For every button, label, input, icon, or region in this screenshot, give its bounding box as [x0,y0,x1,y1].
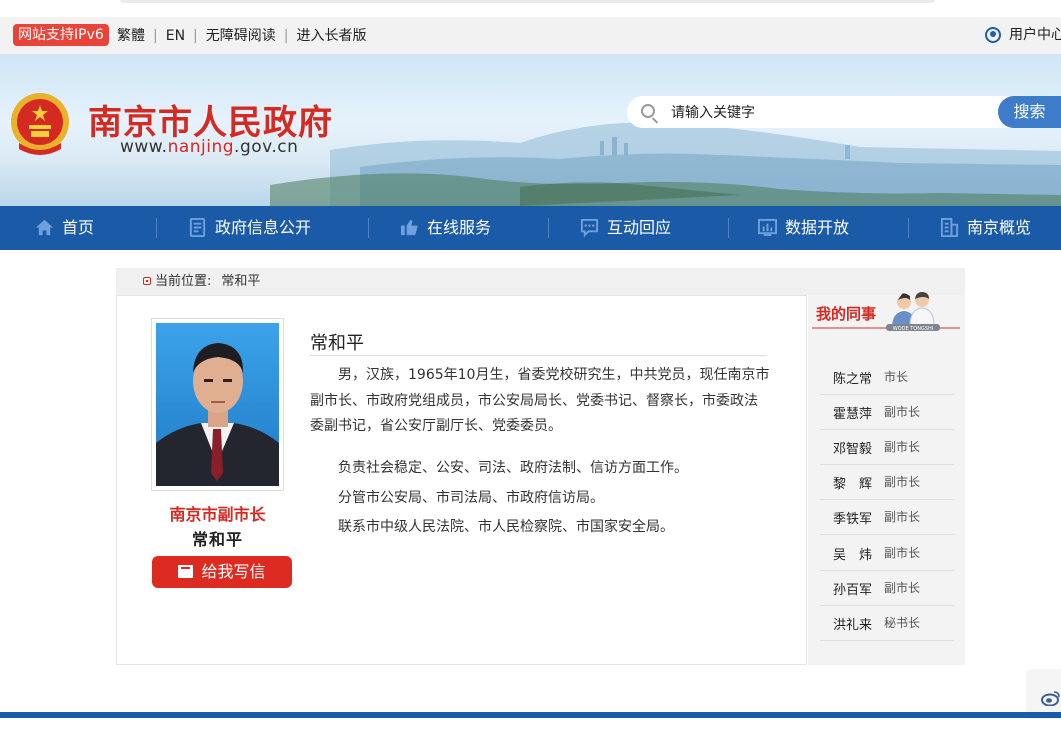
header-banner: 南京市人民政府 www.nanjing.gov.cn 搜索 [0,55,1061,206]
nav-gov-info[interactable]: 政府信息公开 [188,206,311,250]
top-edge-line [120,0,935,3]
colleague-title: 副市长 [884,581,921,595]
duty-line: 分管市公安局、市司法局、市政府信访局。 [338,490,604,506]
divider [310,355,767,356]
person-bio: 男，汉族，1965年10月生，省委党校研究生，中共党员，现任南京市副市长、市政府… [310,367,770,434]
portrait-name: 常和平 [191,530,243,549]
ipv6-badge[interactable]: 网站支持IPv6 [13,24,109,46]
divider: | [153,28,158,44]
nav-label: 首页 [62,218,95,237]
site-url: www.nanjing.gov.cn [120,137,298,157]
breadcrumb-current: 常和平 [221,274,261,289]
weibo-icon[interactable] [1041,690,1061,706]
nav-divider [728,218,729,238]
nav-divider [548,218,549,238]
nav-interaction[interactable]: 互动回应 [580,206,671,250]
breadcrumb-prefix: 当前位置: [155,274,212,289]
footer-bar [0,712,1061,718]
colleague-title: 秘书长 [884,616,921,630]
colleague-name: 吴 炜 [833,548,873,563]
nav-divider [908,218,909,238]
nav-open-data[interactable]: 数据开放 [758,206,849,250]
colleague-row[interactable]: 季铁军 副市长 [820,500,954,535]
divider: | [193,28,198,44]
colleague-row[interactable]: 吴 炜副市长 [820,536,954,571]
english-link[interactable]: EN [166,28,185,44]
nav-nanjing-overview[interactable]: 南京概览 [940,206,1031,250]
colleague-title: 副市长 [884,510,921,524]
colleague-title: 副市长 [884,405,921,419]
duty-line: 负责社会稳定、公安、司法、政府法制、信访方面工作。 [338,460,688,476]
portrait-photo [156,323,279,486]
nav-divider [156,218,157,238]
user-center-label: 用户中心 [1009,27,1061,43]
colleague-name: 洪礼来 [833,618,873,633]
home-icon [35,219,54,236]
accessibility-link[interactable]: 无障碍阅读 [206,28,276,44]
traditional-chinese-link[interactable]: 繁體 [117,28,145,44]
colleagues-art-text: WODE TONGSHI [893,326,934,332]
colleague-row[interactable]: 黎 辉副市长 [820,465,954,500]
chat-icon [580,218,599,237]
portrait-image [156,323,279,486]
nav-label: 数据开放 [785,218,850,237]
search-icon [641,104,655,118]
nav-label: 政府信息公开 [215,218,312,237]
location-icon [143,277,151,285]
top-links: 繁體 | EN | 无障碍阅读 | 进入长者版 [117,26,366,46]
colleague-row[interactable]: 孙百军 副市长 [820,571,954,606]
colleague-row[interactable]: 邓智毅 副市长 [820,430,954,465]
user-center-link[interactable]: 用户中心 [985,25,1061,45]
colleague-title: 副市长 [884,546,921,560]
top-utility-bar: 网站支持IPv6 繁體 | EN | 无障碍阅读 | 进入长者版 用户中心 [0,17,1061,55]
url-suffix: .gov.cn [234,137,299,157]
divider: | [283,28,289,44]
url-domain: nanjing [167,137,235,157]
document-icon [189,218,206,237]
search-input[interactable] [669,102,993,124]
nav-divider [368,218,369,238]
thumbs-up-icon [400,219,418,236]
colleague-title: 市长 [884,370,909,384]
main-nav: 首页 政府信息公开 在线服务 互动回应 数据开放 南京概览 [0,206,1061,250]
person-name: 常和平 [310,333,364,354]
nav-label: 互动回应 [607,218,672,237]
nav-online-service[interactable]: 在线服务 [400,206,491,250]
nav-home[interactable]: 首页 [35,206,94,250]
colleague-row[interactable]: 霍慧萍 副市长 [820,395,954,430]
colleague-row[interactable]: 洪礼来 秘书长 [820,606,954,641]
colleague-name: 邓智毅 [833,442,873,457]
search-box [627,96,1027,128]
url-prefix: www. [120,137,168,157]
colleague-name: 霍慧萍 [833,407,873,422]
colleague-name: 孙百军 [833,583,873,598]
portrait-frame [151,318,284,491]
colleague-title: 副市长 [884,440,921,454]
colleague-name: 季铁军 [833,512,873,527]
national-emblem-icon [11,93,69,155]
building-icon [940,218,959,237]
mail-icon [178,565,194,578]
chart-icon [758,218,777,237]
colleague-row[interactable]: 陈之常 市长 [820,360,954,395]
breadcrumb: 当前位置: 常和平 [143,274,260,290]
elderly-mode-link[interactable]: 进入长者版 [296,28,366,44]
colleague-title: 副市长 [884,475,921,489]
write-letter-label: 给我写信 [201,562,266,581]
user-icon [985,27,1001,43]
colleagues-illustration-icon: WODE TONGSHI [886,292,940,332]
nav-label: 南京概览 [967,218,1032,237]
nav-label: 在线服务 [427,218,492,237]
write-letter-button[interactable]: 给我写信 [152,556,292,588]
colleague-name: 陈之常 [833,372,873,387]
duty-line: 联系市中级人民法院、市人民检察院、市国家安全局。 [338,519,674,535]
colleagues-title: 我的同事 [816,305,877,323]
portrait-title: 南京市副市长 [169,505,266,524]
search-button[interactable]: 搜索 [998,96,1061,128]
colleague-name: 黎 辉 [833,477,873,492]
